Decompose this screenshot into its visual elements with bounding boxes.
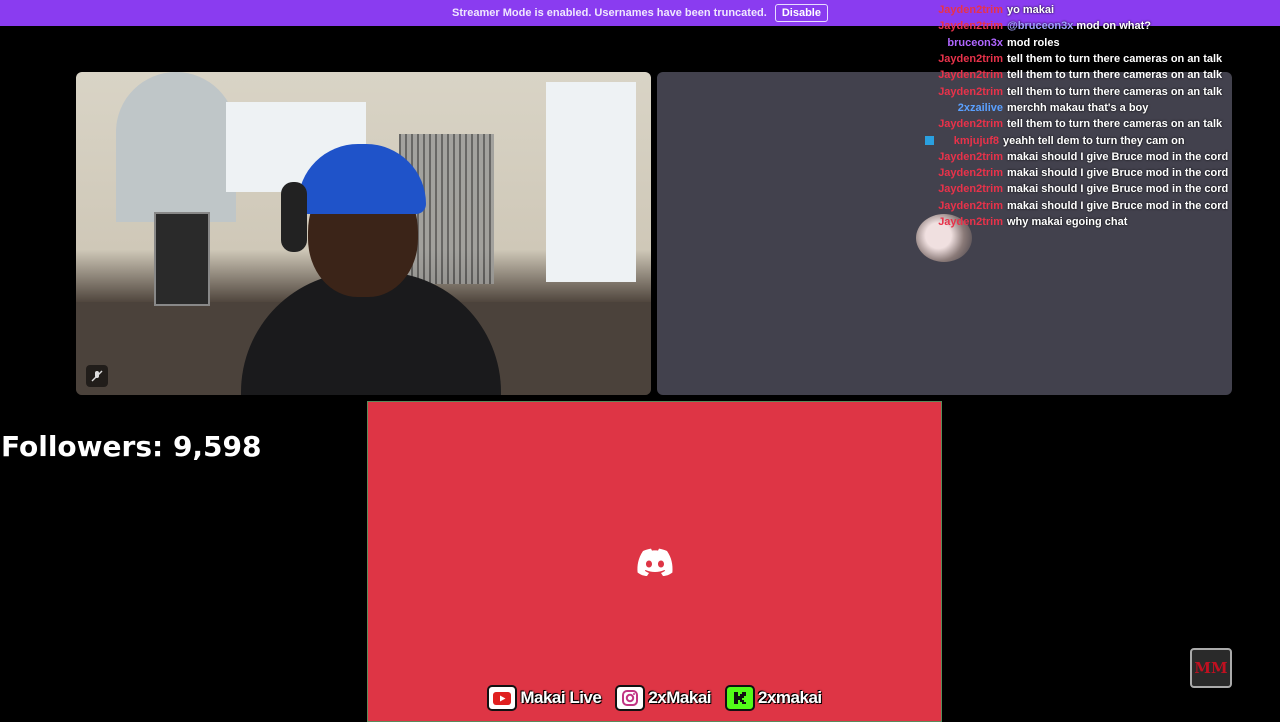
- chat-username[interactable]: kmjujuf8: [937, 135, 1003, 147]
- chat-username[interactable]: Jayden2trim: [925, 4, 1007, 16]
- webcam-video-tile[interactable]: [76, 72, 651, 395]
- social-instagram[interactable]: 2xMakai: [615, 685, 712, 711]
- chat-text: mod roles: [1007, 36, 1060, 49]
- chat-message: Jayden2trim makai should I give Bruce mod…: [925, 149, 1280, 165]
- chat-text: makai should I give Bruce mod in the cor…: [1007, 167, 1229, 180]
- chat-text: makai should I give Bruce mod in the cor…: [1007, 199, 1229, 212]
- social-links: Makai Live 2xMakai 2xmakai: [368, 685, 941, 711]
- chat-message: Jayden2trim tell them to turn there camer…: [925, 67, 1280, 83]
- chat-username[interactable]: Jayden2trim: [925, 53, 1007, 65]
- channel-logo: MM: [1190, 648, 1232, 688]
- chat-text: yeahh tell dem to turn they cam on: [1003, 134, 1185, 147]
- chat-username[interactable]: bruceon3x: [925, 37, 1007, 49]
- instagram-icon: [615, 685, 646, 711]
- chat-username[interactable]: Jayden2trim: [925, 167, 1007, 179]
- streamer-mode-message: Streamer Mode is enabled. Usernames have…: [452, 7, 767, 19]
- chat-text: tell them to turn there cameras on an ta…: [1007, 118, 1223, 131]
- room-drawers: [154, 212, 210, 306]
- discord-panel: Makai Live 2xMakai 2xmakai: [367, 401, 942, 722]
- chat-mention: @bruceon3x: [1007, 20, 1074, 33]
- discord-icon: [637, 548, 673, 576]
- chat-message: Jayden2trim makai should I give Bruce mod…: [925, 198, 1280, 214]
- room-window-right: [546, 82, 636, 282]
- chat-text: yo makai: [1007, 4, 1055, 17]
- chat-text: tell them to turn there cameras on an ta…: [1007, 69, 1223, 82]
- chat-message: Jayden2trim @bruceon3x mod on what?: [925, 18, 1280, 34]
- person-headphones: [281, 182, 307, 252]
- chat-message: Jayden2trim makai should I give Bruce mod…: [925, 165, 1280, 181]
- chat-text: why makai egoing chat: [1007, 216, 1128, 228]
- chat-message: Jayden2trim tell them to turn there camer…: [925, 116, 1280, 132]
- chat-username[interactable]: Jayden2trim: [925, 151, 1007, 163]
- chat-username[interactable]: Jayden2trim: [925, 20, 1007, 32]
- chat-username[interactable]: Jayden2trim: [925, 118, 1007, 130]
- chat-text: tell them to turn there cameras on an ta…: [1007, 85, 1223, 98]
- chat-message: Jayden2trim tell them to turn there camer…: [925, 51, 1280, 67]
- chat-message: 2xzailive merchh makau that's a boy: [925, 100, 1280, 116]
- chat-text: merchh makau that's a boy: [1007, 101, 1149, 114]
- kick-icon: [725, 685, 756, 711]
- youtube-icon: [487, 685, 518, 711]
- social-kick[interactable]: 2xmakai: [725, 685, 822, 711]
- chat-text: mod on what?: [1076, 20, 1151, 33]
- chat-text: makai should I give Bruce mod in the cor…: [1007, 183, 1229, 196]
- chat-text: tell them to turn there cameras on an ta…: [1007, 53, 1223, 66]
- chat-badge-icon: [925, 136, 934, 146]
- chat-message: kmjujuf8 yeahh tell dem to turn they cam …: [925, 132, 1280, 148]
- kick-handle: 2xmakai: [758, 688, 822, 707]
- chat-overlay: Jayden2trim yo makai Jayden2trim @bruceon3x…: [925, 2, 1280, 230]
- youtube-handle: Makai Live: [520, 688, 602, 707]
- chat-username[interactable]: Jayden2trim: [925, 216, 1007, 228]
- room-arch: [116, 72, 236, 222]
- mic-muted-icon[interactable]: [86, 365, 108, 387]
- chat-username[interactable]: Jayden2trim: [925, 183, 1007, 195]
- chat-message: Jayden2trim why makai egoing chat: [925, 214, 1280, 230]
- chat-message: Jayden2trim yo makai: [925, 2, 1280, 18]
- disable-streamer-mode-button[interactable]: Disable: [774, 4, 828, 22]
- chat-message: Jayden2trim makai should I give Bruce mod…: [925, 181, 1280, 197]
- followers-count: Followers: 9,598: [1, 430, 262, 463]
- instagram-handle: 2xMakai: [648, 688, 712, 707]
- chat-username[interactable]: Jayden2trim: [925, 86, 1007, 98]
- social-youtube[interactable]: Makai Live: [487, 685, 602, 711]
- chat-username[interactable]: Jayden2trim: [925, 200, 1007, 212]
- chat-message: Jayden2trim tell them to turn there camer…: [925, 83, 1280, 99]
- chat-message: bruceon3x mod roles: [925, 35, 1280, 51]
- chat-text: makai should I give Bruce mod in the cor…: [1007, 150, 1229, 163]
- chat-username[interactable]: 2xzailive: [925, 102, 1007, 114]
- chat-username[interactable]: Jayden2trim: [925, 69, 1007, 81]
